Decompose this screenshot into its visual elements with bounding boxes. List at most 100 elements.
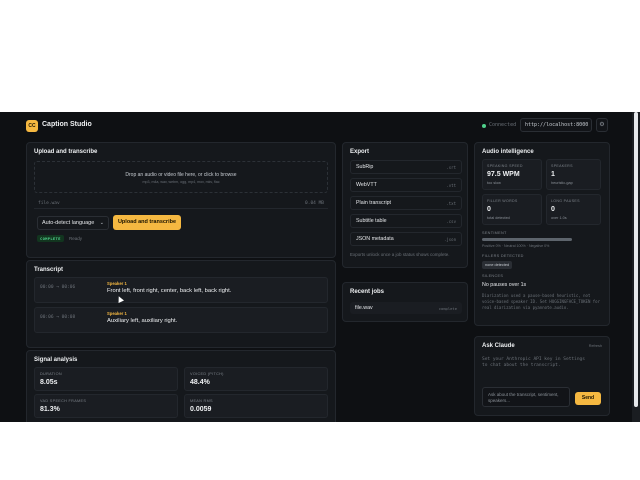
metric-value: 8.05s — [40, 379, 58, 386]
transcript-panel: Transcript 00:00 → 00:06 Speaker 1 Front… — [26, 260, 336, 348]
job-state: complete — [438, 306, 457, 311]
metric-value: 81.3% — [40, 406, 60, 413]
card-label: SPEAKERS — [551, 164, 573, 168]
app-logo: CC — [26, 120, 38, 132]
claude-hint: Set your Anthropic API key in Settings t… — [482, 357, 585, 368]
server-url-field[interactable]: http://localhost:8000 — [520, 118, 592, 132]
sentiment-bar — [482, 238, 572, 241]
sentiment-legend: Positive 0% · Neutral 100% · Negative 0% — [482, 244, 550, 248]
top-bar: CC Caption Studio Connected http://local… — [0, 112, 632, 140]
claude-question-input[interactable]: Ask about the transcript, sentiment, spe… — [482, 387, 570, 407]
card-value: 1 — [551, 171, 555, 178]
diarization-note: Diarization used a pause-based heuristic… — [482, 293, 601, 310]
app-title: Caption Studio — [42, 121, 92, 128]
page-scrollbar[interactable] — [632, 112, 640, 422]
file-name: file.wav — [38, 201, 60, 206]
segment-speaker: Speaker 1 — [107, 311, 127, 316]
transcript-segment[interactable]: 00:06 → 00:08 Speaker 1 Auxiliary left, … — [34, 307, 328, 333]
signal-title: Signal analysis — [34, 357, 78, 363]
gear-icon: ⚙ — [599, 122, 605, 128]
export-label: JSON metadata — [356, 236, 394, 242]
export-label: SubRip — [356, 164, 374, 170]
metric-duration: DURATION 8.05s — [34, 367, 178, 391]
dropzone-text: Drop an audio or video file here, or cli… — [125, 172, 237, 178]
metric-label: DURATION — [40, 372, 62, 376]
metric-value: 0.0059 — [190, 406, 212, 413]
connection-status-dot-icon — [482, 124, 486, 128]
status-text: Ready — [69, 236, 83, 241]
export-ext: .txt — [446, 201, 456, 206]
segment-time: 00:00 → 00:06 — [40, 285, 76, 290]
language-value: Auto-detect language — [42, 220, 95, 226]
claude-refresh-link[interactable]: Refresh — [589, 344, 602, 348]
card-sub: heuristic-gap — [551, 181, 573, 185]
silences-text: No pauses over 1s — [482, 282, 527, 288]
card-label: FILLER WORDS — [487, 199, 518, 203]
metric-vad: VAD SPEECH FRAMES 81.3% — [34, 394, 178, 418]
segment-text: Front left, front right, center, back le… — [107, 288, 232, 294]
card-value: 97.5 WPM — [487, 171, 520, 178]
export-hint: Exports unlock once a job status shows c… — [350, 252, 450, 257]
app-window: CC Caption Studio Connected http://local… — [0, 112, 640, 422]
silences-label: SILENCES — [482, 274, 504, 278]
export-ext: .csv — [446, 219, 456, 224]
export-panel: Export SubRip .srt WebVTT .vtt Plain tra… — [342, 142, 468, 268]
settings-button[interactable]: ⚙ — [596, 118, 608, 132]
export-vtt-button[interactable]: WebVTT .vtt — [350, 178, 462, 192]
claude-title: Ask Claude — [482, 343, 515, 349]
segment-time: 00:06 → 00:08 — [40, 315, 76, 320]
metric-label: MEAN RMS — [190, 399, 213, 403]
metric-label: VOICED (PITCH) — [190, 372, 224, 376]
card-value: 0 — [551, 206, 555, 213]
job-name: file.wav — [355, 305, 373, 311]
claude-input-placeholder: Ask about the transcript, sentiment, spe… — [488, 392, 559, 403]
audio-intelligence-panel: Audio intelligence SPEAKING SPEED 97.5 W… — [474, 142, 610, 326]
upload-panel: Upload and transcribe Drop an audio or v… — [26, 142, 336, 258]
segment-text: Auxiliary left, auxiliary right. — [107, 318, 178, 324]
speaking-speed-card: SPEAKING SPEED 97.5 WPM too slow — [482, 159, 542, 190]
selected-file: file.wav 0.04 MB — [34, 198, 328, 209]
export-label: WebVTT — [356, 182, 377, 188]
long-pauses-card: LONG PAUSES 0 over 1.0s — [546, 194, 601, 225]
export-json-button[interactable]: JSON metadata .json — [350, 232, 462, 246]
fillers-chip: none detected — [482, 261, 513, 269]
speakers-card: SPEAKERS 1 heuristic-gap — [546, 159, 601, 190]
upload-title: Upload and transcribe — [34, 149, 98, 155]
card-label: LONG PAUSES — [551, 199, 580, 203]
signal-panel: Signal analysis DURATION 8.05s VOICED (P… — [26, 350, 336, 422]
export-txt-button[interactable]: Plain transcript .txt — [350, 196, 462, 210]
status-badge: COMPLETE — [37, 235, 64, 242]
sentiment-label: SENTIMENT — [482, 231, 507, 235]
ask-claude-panel: Ask Claude Refresh Set your Anthropic AP… — [474, 336, 610, 416]
segment-speaker: Speaker 1 — [107, 281, 127, 286]
card-sub: too slow — [487, 181, 501, 185]
export-csv-button[interactable]: Subtitle table .csv — [350, 214, 462, 228]
intelligence-title: Audio intelligence — [482, 149, 534, 155]
file-size: 0.04 MB — [305, 201, 324, 206]
language-select[interactable]: Auto-detect language ⌄ — [37, 216, 109, 230]
send-button[interactable]: Send — [575, 392, 601, 405]
export-ext: .srt — [446, 165, 456, 170]
filler-words-card: FILLER WORDS 0 total detected — [482, 194, 542, 225]
dropzone-formats: mp3, m4a, wav, webm, ogg, mp4, mov, mkv,… — [142, 180, 220, 184]
card-label: SPEAKING SPEED — [487, 164, 523, 168]
card-value: 0 — [487, 206, 491, 213]
export-srt-button[interactable]: SubRip .srt — [350, 160, 462, 174]
job-row[interactable]: file.wav complete — [350, 302, 462, 314]
transcript-title: Transcript — [34, 267, 64, 273]
metric-label: VAD SPEECH FRAMES — [40, 399, 87, 403]
metric-value: 48.4% — [190, 379, 210, 386]
transcript-segment[interactable]: 00:00 → 00:06 Speaker 1 Front left, fron… — [34, 277, 328, 303]
fillers-label: FILLERS DETECTED — [482, 254, 524, 258]
export-label: Subtitle table — [356, 218, 387, 224]
recent-jobs-title: Recent jobs — [350, 289, 385, 295]
card-sub: total detected — [487, 216, 510, 220]
scrollbar-thumb[interactable] — [634, 112, 638, 407]
metric-voiced: VOICED (PITCH) 48.4% — [184, 367, 328, 391]
file-dropzone[interactable]: Drop an audio or video file here, or cli… — [34, 161, 328, 193]
metric-rms: MEAN RMS 0.0059 — [184, 394, 328, 418]
export-ext: .json — [443, 237, 456, 242]
export-label: Plain transcript — [356, 200, 392, 206]
card-sub: over 1.0s — [551, 216, 567, 220]
upload-transcribe-button[interactable]: Upload and transcribe — [113, 215, 181, 230]
